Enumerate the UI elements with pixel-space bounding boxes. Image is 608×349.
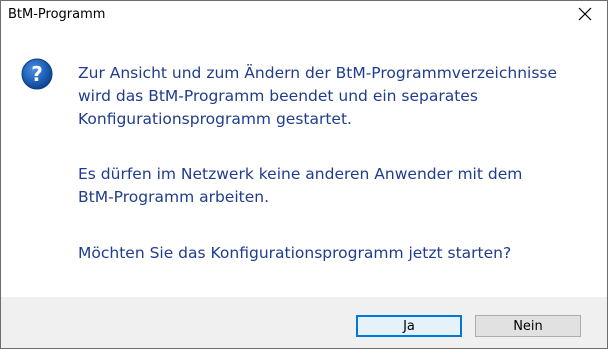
- message-line: Möchten Sie das Konfigurationsprogramm j…: [78, 244, 512, 262]
- message-line: Konfigurationsprogramm gestartet.: [78, 110, 352, 128]
- no-button[interactable]: Nein: [475, 315, 581, 337]
- window-title: BtM-Programm: [8, 7, 106, 22]
- message-line: Es dürfen im Netzwerk keine anderen Anwe…: [78, 165, 523, 183]
- message-line: Zur Ansicht und zum Ändern der BtM-Progr…: [78, 64, 558, 82]
- message-line: wird das BtM-Programm beendet und ein se…: [78, 87, 478, 105]
- close-icon: [578, 6, 592, 25]
- yes-button[interactable]: Ja: [356, 315, 462, 337]
- close-button[interactable]: [563, 1, 607, 29]
- message-paragraph-1: Zur Ansicht und zum Ändern der BtM-Progr…: [78, 62, 557, 131]
- question-icon: ?: [21, 58, 53, 90]
- title-bar[interactable]: BtM-Programm: [1, 1, 607, 29]
- button-bar: Ja Nein: [1, 297, 607, 348]
- dialog-content: ? Zur Ansicht und zum Ändern der BtM-Pro…: [1, 29, 607, 297]
- svg-text:?: ?: [31, 62, 43, 86]
- message-line: BtM-Programm arbeiten.: [78, 188, 270, 206]
- message-paragraph-2: Es dürfen im Netzwerk keine anderen Anwe…: [78, 163, 522, 209]
- message-paragraph-3: Möchten Sie das Konfigurationsprogramm j…: [78, 242, 511, 265]
- dialog-window: BtM-Programm ? Zur Ansicht und zum Änder…: [0, 0, 608, 349]
